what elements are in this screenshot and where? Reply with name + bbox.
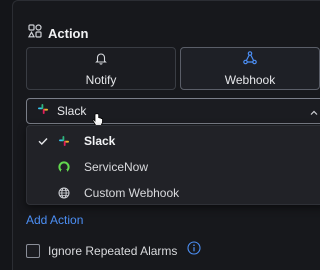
select-value: Slack [57,104,87,118]
check-icon [37,134,49,152]
tab-notify[interactable]: Notify [26,47,176,90]
option-label: Slack [84,134,116,148]
ignore-repeated-alarms: Ignore Repeated Alarms [26,241,201,260]
slack-icon [58,134,70,152]
ignore-alarms-checkbox[interactable] [26,243,40,258]
tab-webhook[interactable]: Webhook [180,47,320,90]
tab-notify-label: Notify [85,72,117,87]
servicenow-icon [58,160,70,178]
option-servicenow[interactable]: ServiceNow [27,154,320,180]
action-title: Action [48,25,89,41]
slack-icon [37,102,49,120]
webhook-icon [243,50,257,70]
tab-webhook-label: Webhook [224,72,276,87]
info-icon[interactable] [187,241,201,260]
bell-icon [94,51,108,70]
action-header: Action [27,23,89,43]
option-slack[interactable]: Slack [27,128,320,154]
add-action-link[interactable]: Add Action [26,213,83,227]
option-custom-webhook[interactable]: Custom Webhook [27,180,320,206]
webhook-dropdown-menu: Slack ServiceNow Custom Webhook [26,125,320,205]
globe-icon [58,186,70,204]
option-label: ServiceNow [84,160,149,174]
chevron-up-icon [309,105,319,123]
ignore-alarms-label: Ignore Repeated Alarms [48,243,178,258]
webhook-type-select[interactable]: Slack [26,98,320,124]
shapes-icon [27,23,42,43]
option-label: Custom Webhook [84,186,180,200]
